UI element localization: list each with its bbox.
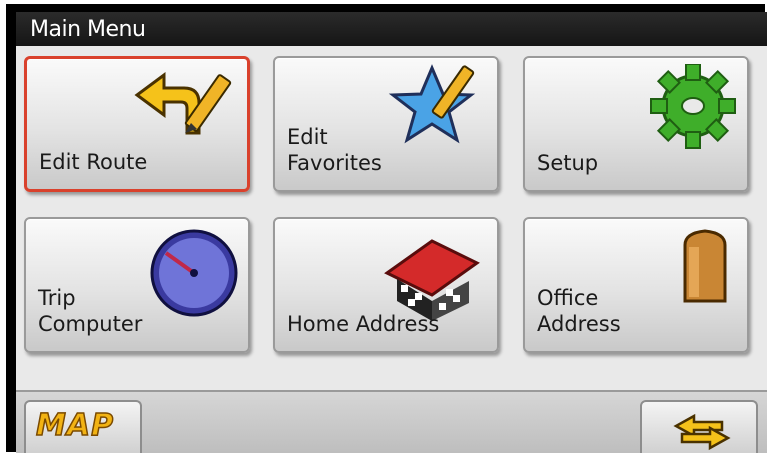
back-button[interactable] [640, 400, 758, 453]
house-icon [384, 239, 480, 321]
device-frame: Main Menu Edit Route Edit Favorites Setu… [6, 4, 767, 453]
title-bar: Main Menu [16, 12, 767, 46]
gear-icon [650, 64, 736, 149]
map-button-label: MAP [35, 407, 115, 444]
office-address-button[interactable]: Office Address [523, 217, 749, 353]
tile-label: Edit Route [39, 150, 148, 174]
bottom-bar: MAP [16, 390, 767, 453]
trip-computer-button[interactable]: Trip Computer [24, 217, 250, 353]
route-arrow-pencil-icon [134, 72, 232, 135]
back-arrows-icon [673, 413, 731, 451]
screen: Main Menu Edit Route Edit Favorites Setu… [16, 12, 767, 453]
page-title: Main Menu [30, 17, 146, 42]
building-icon [683, 229, 727, 303]
speedometer-icon [150, 229, 238, 317]
edit-favorites-button[interactable]: Edit Favorites [273, 56, 499, 192]
home-address-button[interactable]: Home Address [273, 217, 499, 353]
tile-label: Trip Computer [38, 286, 143, 336]
tile-label: Office Address [537, 286, 621, 336]
tile-label: Edit Favorites [287, 125, 382, 175]
edit-route-button[interactable]: Edit Route [24, 56, 250, 192]
tile-label: Setup [537, 151, 599, 175]
star-pencil-icon [388, 64, 476, 144]
tile-label: Home Address [287, 312, 440, 336]
map-button[interactable]: MAP [24, 400, 142, 453]
setup-button[interactable]: Setup [523, 56, 749, 192]
